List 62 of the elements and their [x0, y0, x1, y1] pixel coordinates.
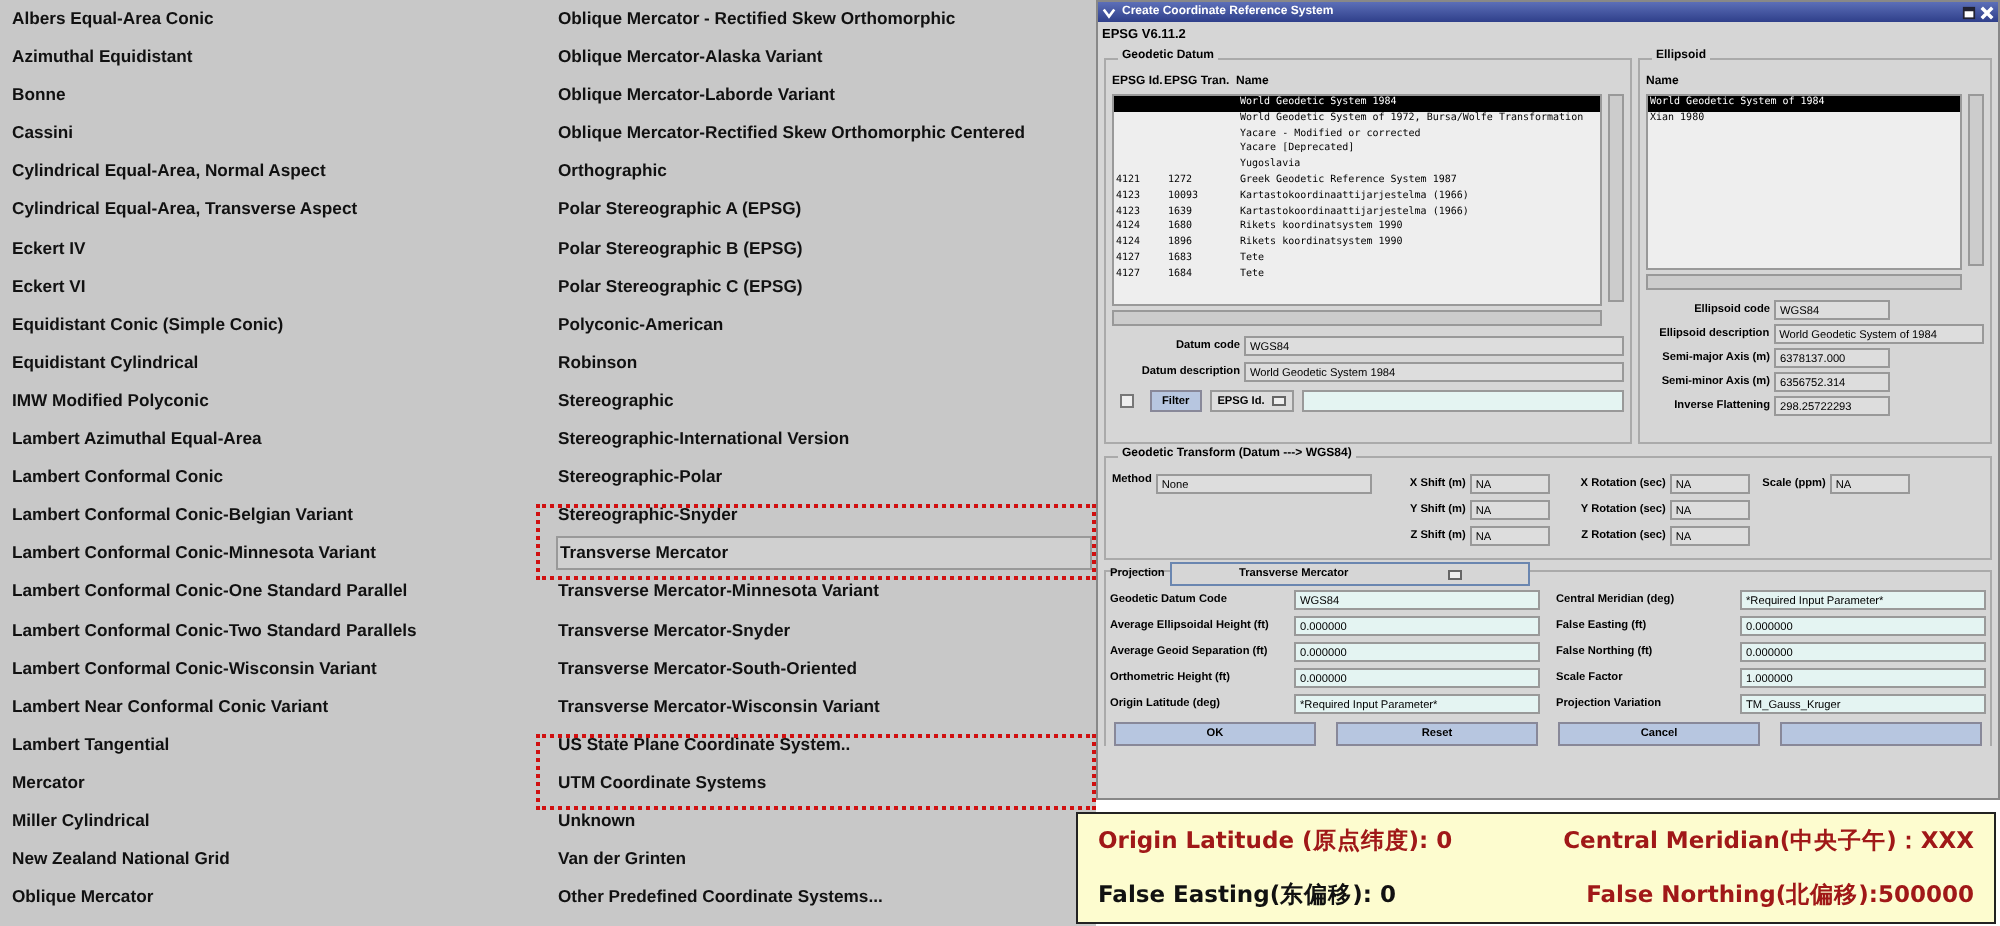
- projection-item[interactable]: US State Plane Coordinate System..: [556, 727, 851, 762]
- projection-item[interactable]: Transverse Mercator-South-Oriented: [556, 651, 857, 686]
- projection-item[interactable]: Orthographic: [556, 154, 667, 189]
- projection-item[interactable]: Transverse Mercator-Snyder: [556, 613, 791, 647]
- projection-item[interactable]: Lambert Conformal Conic-One Standard Parallel: [10, 574, 408, 609]
- projection-item[interactable]: Other Predefined Coordinate Systems...: [556, 880, 883, 915]
- projection-item[interactable]: New Zealand National Grid: [10, 842, 230, 877]
- scrollbar[interactable]: [1968, 94, 1984, 266]
- projection-item[interactable]: Polar Stereographic A (EPSG): [556, 192, 802, 227]
- projection-item[interactable]: Equidistant Conic (Simple Conic): [10, 307, 284, 342]
- annotation-text: False Easting(东偏移): 0: [1098, 880, 1398, 910]
- dialog-button[interactable]: [1780, 722, 1982, 746]
- scrollbar[interactable]: [1112, 310, 1602, 326]
- annotation-text: False Northing(北偏移):500000: [1586, 880, 1974, 910]
- checkbox[interactable]: [1120, 394, 1134, 408]
- projection-item[interactable]: Eckert IV: [10, 231, 86, 266]
- projection-item[interactable]: Cylindrical Equal-Area, Transverse Aspect: [10, 192, 358, 227]
- projection-item[interactable]: Stereographic-Polar: [556, 460, 723, 495]
- projection-item[interactable]: Polar Stereographic B (EPSG): [556, 231, 803, 266]
- projection-item[interactable]: Bonne: [10, 78, 66, 113]
- annotation-text: Origin Latitude (原点纬度): 0: [1098, 826, 1455, 856]
- filter-field[interactable]: [1302, 390, 1624, 412]
- projection-item[interactable]: Lambert Conformal Conic-Wisconsin Variant: [10, 651, 377, 686]
- projection-item[interactable]: Stereographic-International Version: [556, 422, 850, 457]
- projection-item[interactable]: Robinson: [556, 345, 638, 380]
- maximize-icon[interactable]: [1962, 5, 1976, 19]
- projection-item[interactable]: Oblique Mercator-Laborde Variant: [556, 78, 835, 113]
- projection-item[interactable]: Oblique Mercator-Alaska Variant: [556, 40, 823, 75]
- projection-item[interactable]: Miller Cylindrical: [10, 803, 150, 838]
- menu-chevron-icon[interactable]: [1102, 5, 1116, 19]
- projection-item[interactable]: Lambert Conformal Conic-Belgian Variant: [10, 498, 353, 533]
- projection-item[interactable]: Lambert Conformal Conic-Minnesota Variant: [10, 536, 376, 571]
- projection-item[interactable]: Albers Equal-Area Conic: [10, 2, 214, 36]
- scrollbar[interactable]: [1608, 94, 1624, 302]
- scrollbar[interactable]: [1646, 274, 1962, 290]
- projection-item[interactable]: Cassini: [10, 116, 74, 151]
- projection-item[interactable]: Oblique Mercator-Rectified Skew Orthomorphic Centered: [556, 116, 1026, 151]
- projection-item[interactable]: Lambert Conformal Conic: [10, 460, 224, 495]
- projection-item[interactable]: Polar Stereographic C (EPSG): [556, 269, 803, 304]
- annotation-text: Central Meridian(中央子午)：XXX: [1563, 826, 1974, 856]
- projection-item[interactable]: Stereographic-Snyder: [556, 498, 738, 533]
- projection-item[interactable]: Eckert VI: [10, 269, 86, 304]
- projection-item[interactable]: Polyconic-American: [556, 307, 724, 342]
- projection-item[interactable]: Lambert Near Conformal Conic Variant: [10, 689, 329, 724]
- projection-item[interactable]: IMW Modified Polyconic: [10, 383, 209, 418]
- projection-item[interactable]: Transverse Mercator: [556, 536, 1092, 571]
- close-icon[interactable]: [1980, 5, 1994, 19]
- projection-item[interactable]: Azimuthal Equidistant: [10, 40, 193, 75]
- projection-item[interactable]: Lambert Conformal Conic-Two Standard Parallels: [10, 613, 417, 647]
- projection-item[interactable]: Transverse Mercator-Wisconsin Variant: [556, 689, 880, 724]
- projection-item[interactable]: Lambert Azimuthal Equal-Area: [10, 422, 262, 457]
- projection-item[interactable]: Mercator: [10, 765, 85, 800]
- projection-item[interactable]: Equidistant Cylindrical: [10, 345, 199, 380]
- projection-item[interactable]: Unknown: [556, 803, 636, 838]
- projection-item[interactable]: Lambert Tangential: [10, 727, 170, 762]
- projection-item[interactable]: Stereographic: [556, 383, 674, 418]
- projection-item[interactable]: Van der Grinten: [556, 842, 686, 877]
- projection-item[interactable]: Transverse Mercator-Minnesota Variant: [556, 574, 879, 609]
- projection-item[interactable]: UTM Coordinate Systems: [556, 765, 767, 800]
- projection-item[interactable]: Oblique Mercator: [10, 880, 154, 915]
- projection-item[interactable]: Cylindrical Equal-Area, Normal Aspect: [10, 154, 326, 189]
- projection-item[interactable]: Oblique Mercator - Rectified Skew Orthomorphic: [556, 2, 956, 36]
